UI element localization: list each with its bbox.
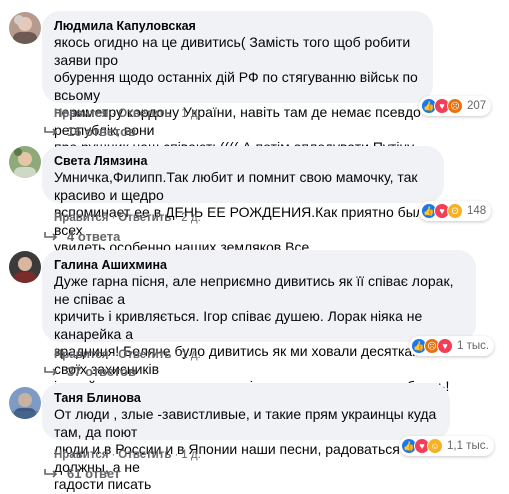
comment-actions: Нравится · Ответить · 1 д. bbox=[54, 449, 201, 461]
comment-actions: Нравится · Ответить · 1 д. bbox=[54, 349, 201, 361]
avatar[interactable] bbox=[9, 251, 41, 283]
replies-label: 16 ответов bbox=[67, 124, 137, 139]
comment-author[interactable]: Людмила Капуловская bbox=[54, 18, 421, 34]
comment-bubble: Таня Блинова От люди , злые -завистливые… bbox=[42, 383, 450, 492]
timestamp[interactable]: 1 д. bbox=[181, 108, 201, 120]
avatar[interactable] bbox=[9, 146, 41, 178]
love-reaction-icon: ♥ bbox=[437, 338, 453, 354]
like-button[interactable]: Нравится bbox=[54, 212, 108, 224]
like-button[interactable]: Нравится bbox=[54, 108, 108, 120]
angry-reaction-icon: ☹ bbox=[447, 98, 463, 114]
timestamp[interactable]: 1 д. bbox=[181, 449, 201, 461]
reaction-count: 1 тыс. bbox=[457, 340, 490, 352]
comment-author[interactable]: Таня Блинова bbox=[54, 390, 438, 406]
replies-label: 4 ответа bbox=[67, 229, 121, 244]
haha-reaction-icon: ☺ bbox=[427, 438, 443, 454]
reply-button[interactable]: Ответить bbox=[118, 108, 171, 120]
timestamp[interactable]: 1 д. bbox=[181, 349, 201, 361]
view-replies-button[interactable]: 61 ответ bbox=[44, 466, 120, 481]
reply-button[interactable]: Ответить bbox=[118, 449, 171, 461]
avatar[interactable] bbox=[9, 387, 41, 419]
view-replies-button[interactable]: 4 ответа bbox=[44, 229, 120, 244]
comment-actions: Нравится · Ответить · 1 д. bbox=[54, 108, 201, 120]
reaction-summary[interactable]: 👍 ♥ ☺ 1,1 тыс. bbox=[399, 436, 494, 456]
reaction-summary[interactable]: 👍 ☹ ♥ 1 тыс. bbox=[409, 336, 495, 356]
reaction-summary[interactable]: 👍 ♥ ☹ 207 bbox=[419, 96, 492, 116]
reaction-count: 207 bbox=[467, 100, 487, 112]
comment-bubble: Галина Ашихмина Дуже гарна пісня, але не… bbox=[42, 250, 476, 429]
comment-bubble: Света Лямзина Умничка,Филипп.Так любит и… bbox=[42, 146, 444, 273]
view-replies-button[interactable]: 37 ответов bbox=[44, 364, 136, 379]
avatar[interactable] bbox=[9, 12, 41, 44]
like-button[interactable]: Нравится bbox=[54, 449, 108, 461]
replies-label: 61 ответ bbox=[67, 466, 121, 481]
reply-arrow-icon bbox=[44, 126, 58, 136]
comment-actions: Нравится · Ответить · 2 д. bbox=[54, 212, 201, 224]
comment-author[interactable]: Галина Ашихмина bbox=[54, 257, 464, 273]
reply-button[interactable]: Ответить bbox=[118, 349, 171, 361]
reaction-summary[interactable]: 👍 ♥ ʘ 148 bbox=[419, 201, 492, 221]
reply-arrow-icon bbox=[44, 231, 58, 241]
reply-button[interactable]: Ответить bbox=[118, 212, 171, 224]
comment-author[interactable]: Света Лямзина bbox=[54, 153, 432, 169]
wow-reaction-icon: ʘ bbox=[447, 203, 463, 219]
replies-label: 37 ответов bbox=[67, 364, 137, 379]
reaction-count: 148 bbox=[467, 205, 487, 217]
reply-arrow-icon bbox=[44, 366, 58, 376]
timestamp[interactable]: 2 д. bbox=[181, 212, 201, 224]
reply-arrow-icon bbox=[44, 468, 58, 478]
view-replies-button[interactable]: 16 ответов bbox=[44, 124, 136, 139]
like-button[interactable]: Нравится bbox=[54, 349, 108, 361]
reaction-count: 1,1 тыс. bbox=[447, 440, 489, 452]
comment-bubble: Людмила Капуловская якось огидно на це д… bbox=[42, 11, 433, 190]
